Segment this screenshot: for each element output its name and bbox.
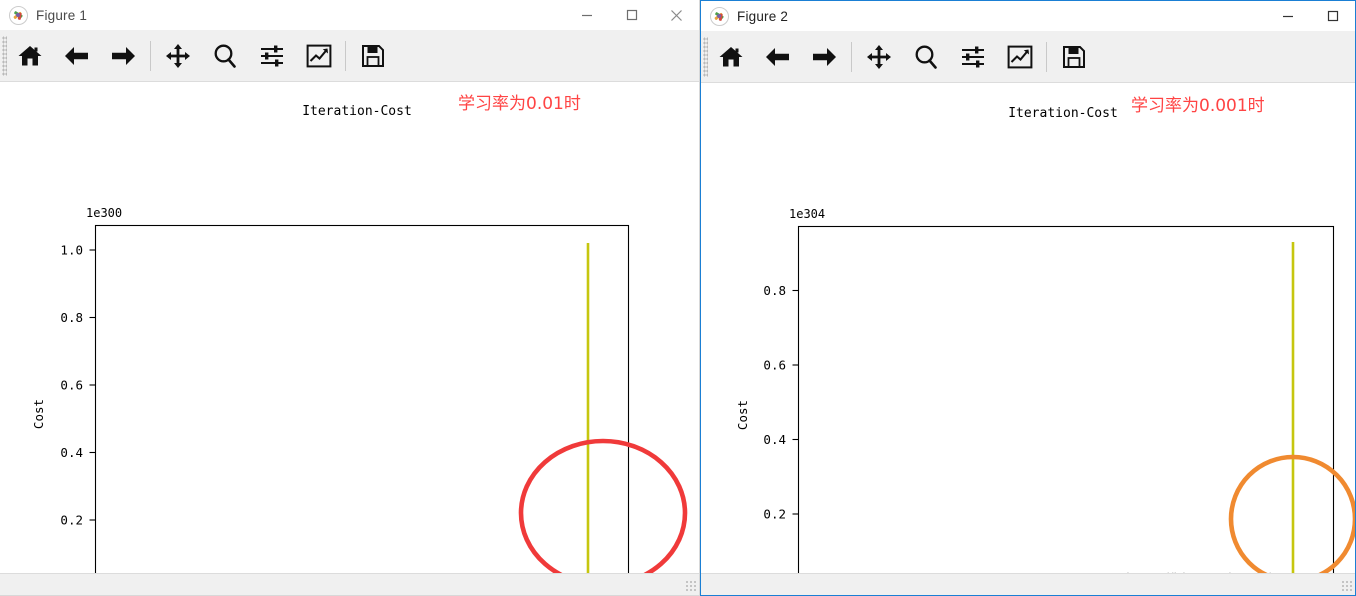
y-axis-title: Cost	[735, 400, 750, 430]
save-button-group	[349, 33, 396, 79]
save-floppy-icon[interactable]	[349, 33, 396, 79]
figure-2-window-buttons	[1265, 1, 1355, 31]
home-icon[interactable]	[707, 34, 754, 80]
figure-2-plot: 1e304 0.0 0.2 0.4 0.6 0.8	[735, 96, 1355, 573]
desktop-background: Figure 1 1e300 0.2 0.4 0.6 0.8 1.0 Cost …	[0, 0, 1356, 596]
sliders-icon[interactable]	[949, 34, 996, 80]
plot-frame	[94, 224, 630, 573]
figure-1-toolbar	[0, 30, 699, 82]
resize-grip[interactable]	[685, 580, 696, 591]
figure-2-title: Figure 2	[737, 8, 789, 24]
maximize-button[interactable]	[1310, 1, 1355, 31]
toolbar-separator-1	[150, 40, 151, 71]
zoom-magnifier-icon[interactable]	[201, 33, 248, 79]
learning-rate-annotation: 学习率为0.001时	[1131, 96, 1265, 116]
y-tick-label: 0.2	[763, 507, 786, 522]
y-exponent-label: 1e304	[789, 207, 825, 221]
maximize-button[interactable]	[609, 0, 654, 30]
toolbar-separator-2	[345, 40, 346, 71]
figure-1-title-group: Figure 1	[0, 5, 88, 25]
y-axis-title: Cost	[31, 399, 46, 429]
figure-2-titlebar[interactable]: Figure 2	[701, 1, 1355, 31]
toolbar-drag-grip[interactable]	[703, 37, 708, 77]
y-tick-label: 0.2	[60, 513, 83, 528]
figure-2-title-group: Figure 2	[701, 6, 789, 26]
figure-1-canvas[interactable]: 1e300 0.0 0.2 0.4 0.6 0.8 1.0	[0, 83, 699, 573]
close-button[interactable]	[654, 0, 699, 30]
figure-1-titlebar[interactable]: Figure 1	[0, 0, 699, 30]
toolbar-separator-1	[851, 41, 852, 72]
y-axis-ticks: 0.0 0.2 0.4 0.6 0.8 1.0	[60, 243, 96, 528]
nav-button-group	[6, 33, 147, 79]
edit-curve-icon[interactable]	[295, 33, 342, 79]
figure-1-statusbar	[0, 573, 699, 595]
forward-arrow-icon[interactable]	[100, 33, 147, 79]
figure-2-toolbar	[701, 31, 1355, 83]
back-arrow-icon[interactable]	[53, 33, 100, 79]
figure-2-canvas[interactable]: 1e304 0.0 0.2 0.4 0.6 0.8	[701, 85, 1355, 573]
move-icon[interactable]	[855, 34, 902, 80]
figure-1-window-buttons	[564, 0, 699, 30]
minimize-button[interactable]	[564, 0, 609, 30]
nav-button-group	[707, 34, 848, 80]
forward-arrow-icon[interactable]	[801, 34, 848, 80]
matplotlib-app-icon	[9, 5, 28, 25]
toolbar-drag-grip[interactable]	[2, 36, 7, 76]
y-tick-label: 0.8	[60, 310, 83, 325]
figure-1-plot: 1e300 0.0 0.2 0.4 0.6 0.8 1.0	[31, 94, 688, 573]
y-exponent-label: 1e300	[86, 206, 122, 220]
plot-title: Iteration-Cost	[1008, 106, 1118, 121]
home-icon[interactable]	[6, 33, 53, 79]
zoom-magnifier-icon[interactable]	[902, 34, 949, 80]
y-tick-label: 0.6	[763, 358, 786, 373]
tools-button-group	[855, 34, 1043, 80]
y-tick-label: 0.8	[763, 283, 786, 298]
learning-rate-annotation: 学习率为0.01时	[458, 94, 581, 114]
move-icon[interactable]	[154, 33, 201, 79]
plot-title: Iteration-Cost	[302, 104, 412, 119]
back-arrow-icon[interactable]	[754, 34, 801, 80]
save-button-group	[1050, 34, 1097, 80]
y-tick-label: 1.0	[60, 243, 83, 258]
matplotlib-app-icon	[710, 6, 729, 26]
save-floppy-icon[interactable]	[1050, 34, 1097, 80]
minimize-button[interactable]	[1265, 1, 1310, 31]
y-tick-label: 0.4	[763, 432, 786, 447]
figure-2-statusbar	[701, 573, 1355, 595]
resize-grip[interactable]	[1341, 580, 1352, 591]
y-tick-label: 0.6	[60, 378, 83, 393]
tools-button-group	[154, 33, 342, 79]
edit-curve-icon[interactable]	[996, 34, 1043, 80]
sliders-icon[interactable]	[248, 33, 295, 79]
figure-2-window[interactable]: Figure 2 1e304 0.2 0.4 0.6 0.8 Cost Iter…	[700, 0, 1356, 596]
toolbar-separator-2	[1046, 41, 1047, 72]
y-tick-label: 0.4	[60, 445, 83, 460]
y-axis-ticks: 0.0 0.2 0.4 0.6 0.8	[763, 283, 799, 522]
figure-1-title: Figure 1	[36, 7, 88, 23]
figure-1-window[interactable]: Figure 1 1e300 0.2 0.4 0.6 0.8 1.0 Cost …	[0, 0, 700, 596]
plot-frame	[797, 225, 1335, 573]
